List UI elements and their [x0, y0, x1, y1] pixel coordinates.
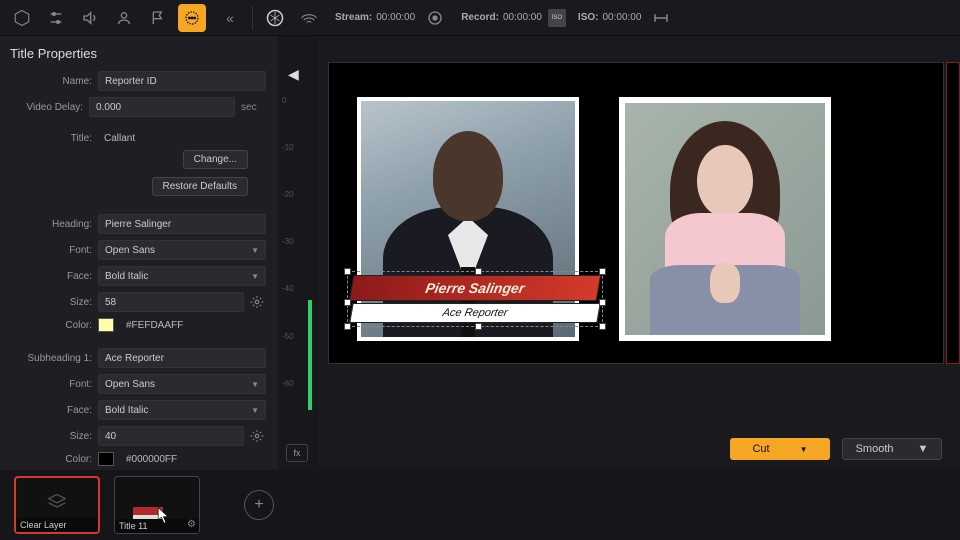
title-value: Callant [98, 133, 266, 144]
face-label: Face: [10, 271, 92, 282]
play-icon[interactable]: ◀ [288, 66, 299, 83]
preview-source-2[interactable] [619, 97, 831, 341]
sub-color-swatch[interactable] [98, 452, 114, 466]
name-label: Name: [10, 76, 92, 87]
stream-icon[interactable] [295, 4, 323, 32]
subheading1-input[interactable] [98, 348, 266, 368]
meter-tick: 0 [282, 96, 286, 105]
heading-input[interactable] [98, 214, 266, 234]
meter-tick: -10 [282, 143, 294, 152]
user-icon[interactable] [110, 4, 138, 32]
lower-third[interactable]: Pierre Salinger Ace Reporter [351, 275, 599, 323]
font-dropdown[interactable]: Open Sans▼ [98, 240, 266, 260]
record-icon[interactable] [421, 4, 449, 32]
cut-button[interactable]: Cut▼ [730, 438, 830, 460]
sub-face-dropdown[interactable]: Bold Italic▼ [98, 400, 266, 420]
gear-icon[interactable] [250, 429, 264, 443]
meter-tick: -50 [282, 332, 294, 341]
meter-level [308, 300, 312, 410]
inout-icon[interactable] [647, 4, 675, 32]
delay-input[interactable] [89, 97, 235, 117]
chevron-down-icon: ▼ [800, 445, 808, 454]
preview-source-1[interactable]: Pierre Salinger Ace Reporter [357, 97, 579, 341]
sub-font-dropdown[interactable]: Open Sans▼ [98, 374, 266, 394]
heading-label: Heading: [10, 219, 92, 230]
gear-icon[interactable]: ⚙ [187, 519, 196, 530]
record-status: Record:00:00:00 [461, 12, 542, 23]
add-layer-button[interactable]: + [244, 490, 274, 520]
color-label: Color: [10, 320, 92, 331]
smooth-button[interactable]: Smooth▼ [842, 438, 942, 460]
layer-thumbnails: Clear Layer Title 11 ⚙ + [0, 470, 960, 540]
size-input[interactable] [98, 292, 244, 312]
name-input[interactable] [98, 71, 266, 91]
sub-color-hex: #000000FF [126, 454, 177, 465]
sub-size-input[interactable] [98, 426, 244, 446]
title-label: Title: [10, 133, 92, 144]
sliders-icon[interactable] [42, 4, 70, 32]
meter-tick: -60 [282, 379, 294, 388]
stream-status: Stream:00:00:00 [335, 12, 415, 23]
iso-status: ISO:00:00:00 [578, 12, 642, 23]
layers-icon [44, 492, 70, 512]
color-swatch[interactable] [98, 318, 114, 332]
chevron-down-icon: ▼ [251, 272, 259, 281]
face-dropdown[interactable]: Bold Italic▼ [98, 266, 266, 286]
audio-meter: ◀ 0 -10 -20 -30 -40 -50 -60 fx [278, 36, 318, 470]
color-hex: #FEFDAAFF [126, 320, 183, 331]
delay-unit: sec [241, 102, 266, 113]
sub-font-label: Font: [10, 379, 92, 390]
chevron-down-icon: ▼ [251, 406, 259, 415]
sub-face-label: Face: [10, 405, 92, 416]
thumb-clear-layer[interactable]: Clear Layer [14, 476, 100, 534]
size-label: Size: [10, 297, 92, 308]
gear-icon[interactable] [250, 295, 264, 309]
separator [252, 6, 253, 30]
font-label: Font: [10, 245, 92, 256]
preview-canvas[interactable]: Pierre Salinger Ace Reporter [328, 62, 944, 364]
thumb-title-11[interactable]: Title 11 ⚙ [114, 476, 200, 534]
flag-icon[interactable] [144, 4, 172, 32]
iso-badge[interactable]: ISO [548, 9, 566, 27]
chat-icon[interactable] [178, 4, 206, 32]
meter-tick: -40 [282, 284, 294, 293]
transition-actions: Cut▼ Smooth▼ [730, 438, 942, 460]
chevron-down-icon: ▼ [918, 443, 929, 455]
program-monitor-edge [946, 62, 960, 364]
audio-icon[interactable] [76, 4, 104, 32]
meter-tick: -20 [282, 190, 294, 199]
sub-size-label: Size: [10, 431, 92, 442]
top-toolbar: « Stream:00:00:00 Record:00:00:00 ISO IS… [0, 0, 960, 36]
chevron-down-icon: ▼ [251, 246, 259, 255]
chevron-down-icon: ▼ [251, 380, 259, 389]
title-properties-panel: Title Properties Name: Video Delay: sec … [0, 36, 278, 470]
collapse-left-icon[interactable]: « [216, 4, 244, 32]
subheading1-label: Subheading 1: [10, 353, 92, 364]
restore-defaults-button[interactable]: Restore Defaults [152, 177, 248, 196]
sub-color-label: Color: [10, 454, 92, 465]
fx-button[interactable]: fx [286, 444, 308, 462]
hex-logo-icon[interactable] [8, 4, 36, 32]
delay-label: Video Delay: [10, 102, 83, 113]
lower-third-sub: Ace Reporter [349, 303, 601, 323]
lower-third-heading: Pierre Salinger [349, 275, 602, 301]
app-logo-icon[interactable] [261, 4, 289, 32]
panel-title: Title Properties [10, 46, 266, 61]
change-button[interactable]: Change... [183, 150, 248, 169]
meter-tick: -30 [282, 237, 294, 246]
thumb-label: Clear Layer [16, 518, 98, 532]
